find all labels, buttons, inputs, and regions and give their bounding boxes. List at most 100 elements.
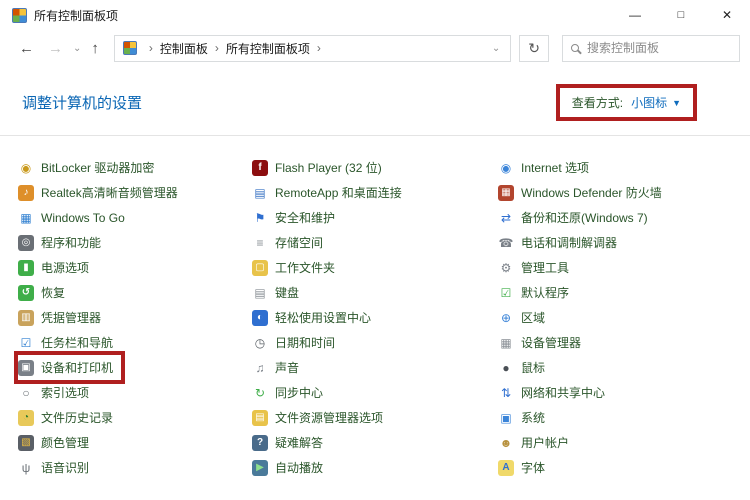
security-and-maintenance-icon: ⚑ — [254, 210, 266, 225]
control-panel-item[interactable]: ▮ 电源选项 — [18, 255, 97, 280]
item-label: 网络和共享中心 — [521, 386, 606, 400]
item-label: 轻松使用设置中心 — [275, 311, 372, 325]
minimize-button[interactable]: — — [612, 0, 658, 30]
control-panel-item[interactable]: ⚑ 安全和维护 — [252, 205, 343, 230]
control-panel-item[interactable]: ♪ Realtek高清晰音频管理器 — [18, 180, 186, 205]
file-explorer-options-icon: ▤ — [252, 409, 268, 426]
control-panel-item[interactable]: ⊕ 区域 — [498, 305, 553, 330]
windows-defender-firewall-icon: ▦ — [498, 184, 514, 201]
control-panel-item[interactable]: ◉ BitLocker 驱动器加密 — [18, 155, 162, 180]
ease-of-access-icon: ◐ — [252, 309, 268, 326]
refresh-icon: ↻ — [528, 39, 540, 56]
control-panel-item[interactable]: ◎ 程序和功能 — [18, 230, 109, 255]
control-panel-item[interactable]: ▣ 设备和打印机 — [13, 351, 126, 384]
item-label: 设备和打印机 — [41, 361, 114, 375]
item-label: 区域 — [521, 311, 546, 325]
address-bar[interactable]: › 控制面板 › 所有控制面板项 › ⌄ — [113, 34, 512, 62]
remoteapp-icon: ▤ — [254, 185, 266, 200]
up-icon[interactable]: ↑ — [84, 40, 106, 57]
storage-spaces-icon: ≡ — [256, 235, 264, 250]
back-icon[interactable]: ← — [12, 40, 41, 57]
navigation-bar: ← → ⌄ ↑ › 控制面板 › 所有控制面板项 › ⌄ ↻ — [0, 30, 750, 66]
item-label: BitLocker 驱动器加密 — [41, 161, 155, 175]
history-chevron-icon[interactable]: ⌄ — [70, 43, 84, 54]
view-by-dropdown[interactable]: 小图标 — [631, 94, 667, 111]
items-column-3: ◉ Internet 选项 ▦ Windows Defender 防火墙 ⇄ 备份和还原(… — [498, 155, 750, 480]
item-label: Realtek高清晰音频管理器 — [41, 186, 178, 200]
speech-recognition-icon: ψ — [21, 460, 31, 475]
control-panel-item[interactable]: ▦ 设备管理器 — [498, 330, 589, 355]
control-panel-item[interactable]: ≡ 存储空间 — [252, 230, 331, 255]
item-label: Windows Defender 防火墙 — [521, 186, 662, 200]
refresh-button[interactable]: ↻ — [519, 34, 549, 62]
address-chevron-icon[interactable]: ⌄ — [488, 43, 504, 54]
control-panel-item[interactable]: ◔ 文件历史记录 — [18, 405, 121, 430]
item-label: 任务栏和导航 — [41, 336, 114, 350]
control-panel-item[interactable]: ⚙ 管理工具 — [498, 255, 577, 280]
view-mode-annotation-box: 查看方式: 小图标 ▼ — [555, 84, 697, 121]
control-panel-item[interactable]: ▦ Windows Defender 防火墙 — [498, 180, 670, 205]
control-panel-item[interactable]: ◐ 轻松使用设置中心 — [252, 305, 379, 330]
control-panel-item[interactable]: ▧ 颜色管理 — [18, 430, 97, 455]
control-panel-item[interactable]: ψ 语音识别 — [18, 455, 97, 480]
control-panel-item[interactable]: ◷ 日期和时间 — [252, 330, 343, 355]
administrative-tools-icon: ⚙ — [500, 260, 512, 275]
breadcrumb-all-items[interactable]: 所有控制面板项 — [226, 40, 310, 57]
forward-icon[interactable]: → — [41, 40, 70, 57]
item-label: 用户帐户 — [521, 436, 570, 450]
item-label: 文件资源管理器选项 — [275, 411, 384, 425]
breadcrumb-control-panel[interactable]: 控制面板 — [160, 40, 208, 57]
search-input[interactable] — [586, 41, 717, 55]
control-panel-item[interactable]: ▥ 凭据管理器 — [18, 305, 109, 330]
maximize-button[interactable]: □ — [658, 0, 704, 30]
chevron-down-icon[interactable]: ▼ — [672, 98, 681, 108]
control-panel-item[interactable]: A 字体 — [498, 455, 553, 480]
control-panel-item[interactable]: ☻ 用户帐户 — [498, 430, 577, 455]
control-panel-items-grid: ◉ BitLocker 驱动器加密 ♪ Realtek高清晰音频管理器 ▦ Windows… — [0, 136, 750, 480]
control-panel-item[interactable]: ☑ 任务栏和导航 — [18, 330, 121, 355]
control-panel-item[interactable]: ▤ 文件资源管理器选项 — [252, 405, 391, 430]
item-label: Internet 选项 — [521, 161, 590, 175]
programs-and-features-icon: ◎ — [18, 234, 34, 251]
item-label: 系统 — [521, 411, 546, 425]
control-panel-item[interactable]: ▶ 自动播放 — [252, 455, 331, 480]
item-label: Windows To Go — [41, 210, 125, 225]
control-panel-item[interactable]: ◉ Internet 选项 — [498, 155, 597, 180]
item-label: 工作文件夹 — [275, 261, 336, 275]
control-panel-item[interactable]: ▤ RemoteApp 和桌面连接 — [252, 180, 410, 205]
item-label: Flash Player (32 位) — [275, 161, 382, 175]
control-panel-item[interactable]: ♫ 声音 — [252, 355, 307, 380]
control-panel-item[interactable]: ▣ 系统 — [498, 405, 553, 430]
item-label: 声音 — [275, 361, 300, 375]
item-label: 鼠标 — [521, 361, 546, 375]
device-manager-icon: ▦ — [500, 335, 512, 350]
fonts-icon: A — [498, 459, 514, 476]
control-panel-item[interactable]: ○ 索引选项 — [18, 380, 97, 405]
region-icon: ⊕ — [500, 310, 512, 325]
color-management-icon: ▧ — [18, 434, 34, 451]
work-folders-icon: ▢ — [252, 259, 268, 276]
internet-options-icon: ◉ — [500, 160, 512, 175]
item-label: 程序和功能 — [41, 236, 102, 250]
credential-manager-icon: ▥ — [18, 309, 34, 326]
control-panel-item[interactable]: ☑ 默认程序 — [498, 280, 577, 305]
close-button[interactable]: ✕ — [704, 0, 750, 30]
control-panel-icon — [122, 41, 137, 55]
file-history-icon: ◔ — [18, 409, 34, 426]
control-panel-item[interactable]: ↺ 恢复 — [18, 280, 73, 305]
sound-icon: ♫ — [255, 360, 265, 375]
control-panel-item[interactable]: ↻ 同步中心 — [252, 380, 331, 405]
control-panel-item[interactable]: ☎ 电话和调制解调器 — [498, 230, 625, 255]
control-panel-item[interactable]: ▢ 工作文件夹 — [252, 255, 343, 280]
control-panel-item[interactable]: f Flash Player (32 位) — [252, 155, 390, 180]
page-title: 调整计算机的设置 — [22, 95, 143, 112]
search-box[interactable] — [561, 34, 740, 62]
control-panel-item[interactable]: ? 疑难解答 — [252, 430, 331, 455]
control-panel-item[interactable]: ▤ 键盘 — [252, 280, 307, 305]
control-panel-item[interactable]: ⇅ 网络和共享中心 — [498, 380, 613, 405]
view-by-label: 查看方式: — [571, 96, 624, 110]
control-panel-item[interactable]: ▦ Windows To Go — [18, 205, 133, 230]
item-label: 日期和时间 — [275, 336, 336, 350]
control-panel-item[interactable]: ● 鼠标 — [498, 355, 553, 380]
control-panel-item[interactable]: ⇄ 备份和还原(Windows 7) — [498, 205, 656, 230]
